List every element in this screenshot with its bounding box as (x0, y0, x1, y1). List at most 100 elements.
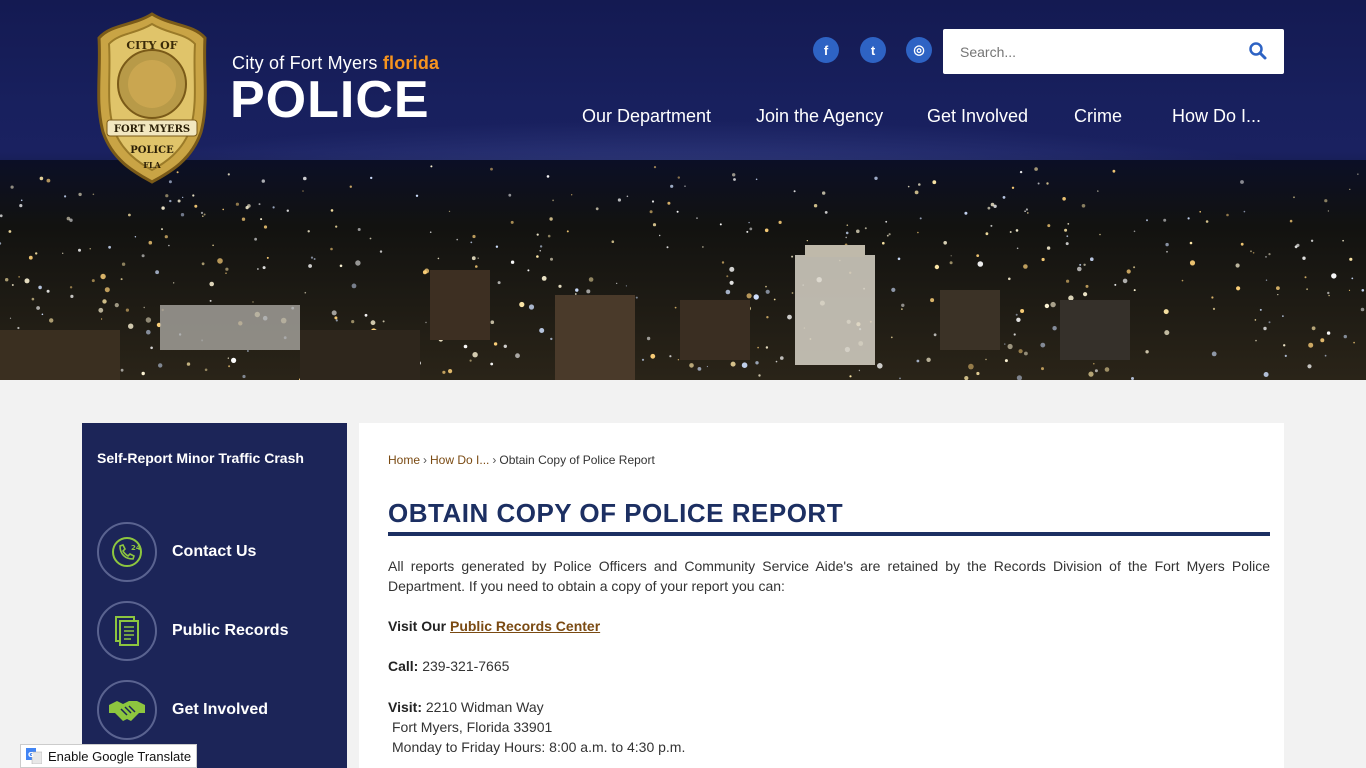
city-light (31, 297, 35, 301)
city-light (746, 293, 752, 299)
city-light (46, 178, 51, 183)
city-light (566, 230, 569, 233)
instagram-icon[interactable]: ◎ (906, 37, 932, 63)
city-light (1349, 257, 1353, 261)
city-light (158, 363, 163, 368)
city-light (1146, 219, 1148, 222)
city-light (849, 375, 852, 378)
translate-label: Enable Google Translate (48, 748, 192, 764)
search-box (943, 29, 1284, 74)
city-light (1236, 286, 1241, 291)
city-light (650, 353, 656, 359)
city-light (497, 281, 501, 285)
sidebar-item-contact-us[interactable]: 24 Contact Us (97, 521, 337, 583)
city-light (155, 270, 160, 275)
city-light (1052, 326, 1057, 331)
city-light (897, 257, 901, 261)
city-light (227, 357, 229, 359)
city-light (1324, 199, 1328, 203)
hours-line: Monday to Friday Hours: 8:00 a.m. to 4:3… (392, 739, 686, 755)
public-records-center-link[interactable]: Public Records Center (450, 618, 600, 634)
breadcrumb-separator: › (492, 453, 497, 467)
sidebar-item-self-report[interactable]: Self-Report Minor Traffic Crash (97, 450, 304, 466)
city-light (1002, 196, 1006, 199)
city-light (1007, 343, 1013, 350)
city-light (1343, 334, 1348, 339)
city-light (202, 215, 204, 217)
city-light (726, 275, 729, 278)
city-light (1302, 256, 1306, 260)
city-light (1289, 219, 1293, 223)
city-light (1094, 369, 1098, 373)
city-light (335, 319, 338, 322)
city-light (222, 208, 224, 211)
city-light (1353, 341, 1355, 344)
title-divider (388, 532, 1270, 536)
city-light (180, 213, 185, 217)
city-light (934, 264, 940, 270)
city-light (914, 190, 919, 195)
city-light (1349, 188, 1351, 190)
twitter-icon[interactable]: t (860, 37, 886, 63)
city-light (201, 262, 205, 266)
city-light (145, 317, 152, 323)
city-light (1263, 372, 1269, 377)
city-light (104, 287, 110, 293)
nav-our-department[interactable]: Our Department (582, 106, 711, 127)
city-light (1015, 313, 1018, 316)
sidebar-item-get-involved[interactable]: Get Involved (97, 679, 337, 741)
city-light (108, 245, 111, 249)
google-translate-button[interactable]: G Enable Google Translate (20, 744, 197, 768)
sidebar-item-public-records[interactable]: Public Records (97, 600, 337, 662)
city-light (1307, 364, 1312, 369)
city-light (669, 355, 672, 358)
city-light (1327, 291, 1330, 295)
city-light (127, 213, 131, 217)
city-light (209, 299, 212, 302)
city-light (437, 257, 440, 260)
call-line: Call: 239-321-7665 (388, 656, 509, 676)
breadcrumb-home[interactable]: Home (388, 453, 420, 467)
city-light (1181, 279, 1184, 282)
city-light (49, 318, 54, 323)
facebook-icon[interactable]: f (813, 37, 839, 63)
city-light (1304, 276, 1307, 279)
search-input[interactable] (958, 42, 1228, 61)
city-light (918, 183, 921, 186)
city-light (78, 248, 81, 252)
city-light (1265, 279, 1268, 281)
city-light (1018, 349, 1023, 354)
brand-title[interactable]: POLICE (230, 70, 430, 130)
city-light (120, 278, 123, 281)
nav-crime[interactable]: Crime (1074, 106, 1122, 127)
city-light (1235, 263, 1240, 268)
city-light (753, 294, 759, 300)
city-light (1163, 218, 1167, 222)
breadcrumb-separator: › (423, 453, 428, 467)
city-light (17, 326, 20, 330)
nav-how-do-i[interactable]: How Do I... (1172, 106, 1261, 127)
breadcrumb-how-do-i[interactable]: How Do I... (430, 453, 489, 467)
city-light (1265, 256, 1267, 258)
city-light (430, 165, 433, 168)
city-light (764, 228, 769, 233)
city-light (1004, 343, 1006, 345)
city-light (1226, 213, 1229, 217)
city-light (1040, 342, 1046, 348)
city-light (425, 321, 427, 324)
city-light (36, 306, 40, 310)
nav-join-the-agency[interactable]: Join the Agency (756, 106, 883, 127)
city-light (212, 244, 214, 247)
search-icon[interactable] (1248, 41, 1268, 61)
city-light (659, 234, 661, 237)
city-light (885, 220, 888, 223)
nav-get-involved[interactable]: Get Involved (927, 106, 1028, 127)
city-light (1133, 230, 1136, 233)
city-light (186, 362, 191, 366)
city-light (1008, 277, 1011, 281)
city-light (41, 313, 44, 316)
city-light (490, 167, 493, 171)
city-light (950, 255, 952, 257)
city-light (822, 191, 826, 195)
city-light (667, 201, 671, 205)
